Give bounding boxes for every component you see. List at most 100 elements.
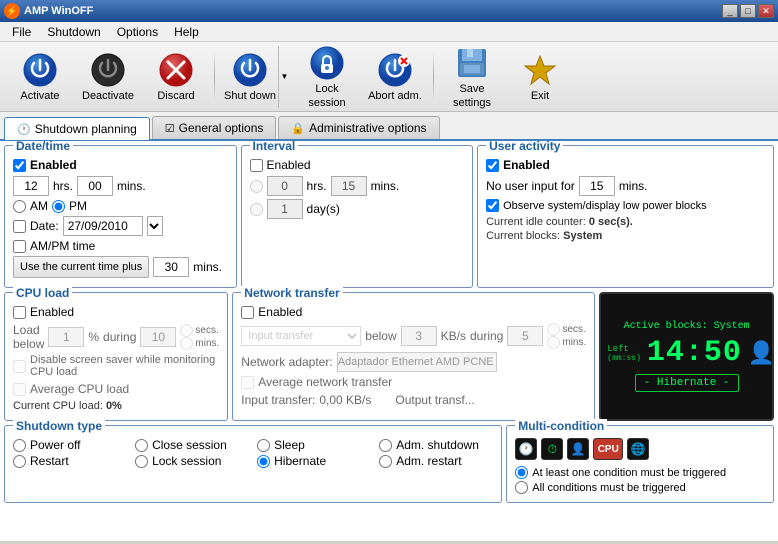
- discard-label: Discard: [157, 90, 194, 103]
- deactivate-icon: [90, 52, 126, 88]
- network-below-input[interactable]: [401, 326, 437, 346]
- power-off-option[interactable]: Power off: [13, 438, 127, 452]
- power-off-radio[interactable]: [13, 439, 26, 452]
- interval-mins-input[interactable]: [331, 176, 367, 196]
- date-enabled-checkbox[interactable]: [13, 220, 26, 233]
- adm-restart-option[interactable]: Adm. restart: [379, 454, 493, 468]
- multi-icon-cpu: CPU: [593, 438, 623, 460]
- close-button[interactable]: ✕: [758, 4, 774, 18]
- at-least-one-row: At least one condition must be triggered: [515, 466, 765, 479]
- use-current-time-button[interactable]: Use the current time plus: [13, 256, 149, 278]
- tab-shutdown-planning[interactable]: 🕐 Shutdown planning: [4, 117, 150, 140]
- cpu-load-below-row: Load below % during secs. mins.: [13, 323, 219, 351]
- shutdown-button-group[interactable]: Shut down ▼: [221, 45, 291, 109]
- lock-session-type-label: Lock session: [152, 454, 221, 468]
- sleep-radio[interactable]: [257, 439, 270, 452]
- transfer-type-select[interactable]: Input transfer: [241, 326, 361, 346]
- datetime-enabled-checkbox[interactable]: [13, 159, 26, 172]
- shutdown-button[interactable]: Shut down: [222, 46, 278, 108]
- lock-session-type-option[interactable]: Lock session: [135, 454, 249, 468]
- disable-screensaver-checkbox[interactable]: [13, 360, 26, 373]
- datetime-enabled-label: Enabled: [30, 158, 77, 172]
- minimize-button[interactable]: _: [722, 4, 738, 18]
- interval-hrs-radio[interactable]: [250, 180, 263, 193]
- ampm-time-checkbox[interactable]: [13, 240, 26, 253]
- interval-days-row: day(s): [250, 199, 465, 219]
- tab-administrative-options[interactable]: 🔒 Administrative options: [278, 116, 439, 139]
- hibernate-radio[interactable]: [257, 455, 270, 468]
- restart-radio[interactable]: [13, 455, 26, 468]
- average-cpu-checkbox[interactable]: [13, 383, 26, 396]
- pm-radio[interactable]: [52, 200, 65, 213]
- date-input[interactable]: [63, 216, 143, 236]
- sleep-label: Sleep: [274, 438, 305, 452]
- lock-session-type-radio[interactable]: [135, 455, 148, 468]
- hibernate-option[interactable]: Hibernate: [257, 454, 371, 468]
- lock-session-label: Lock session: [298, 83, 356, 109]
- save-settings-button[interactable]: Save settings: [440, 46, 504, 108]
- tab-general-options[interactable]: ☑ General options: [152, 116, 277, 139]
- menu-help[interactable]: Help: [166, 23, 207, 41]
- cpu-enabled-checkbox[interactable]: [13, 306, 26, 319]
- deactivate-button[interactable]: Deactivate: [76, 46, 140, 108]
- close-session-option[interactable]: Close session: [135, 438, 249, 452]
- menu-options[interactable]: Options: [109, 23, 166, 41]
- window-controls[interactable]: _ □ ✕: [722, 4, 774, 18]
- adapter-row: Network adapter:: [241, 352, 586, 372]
- activate-button[interactable]: Activate: [8, 46, 72, 108]
- no-input-value[interactable]: [579, 176, 615, 196]
- datetime-panel: Date/time Enabled hrs. mins. AM PM Date:: [4, 145, 237, 288]
- lock-session-button[interactable]: Lock session: [295, 46, 359, 108]
- datetime-enabled-row: Enabled: [13, 158, 228, 172]
- tab-shutdown-planning-label: Shutdown planning: [35, 122, 137, 136]
- interval-panel: Interval Enabled hrs. mins. day(s): [241, 145, 474, 288]
- title-bar: ⚡ AMP WinOFF _ □ ✕: [0, 0, 778, 22]
- abort-button[interactable]: Abort adm.: [363, 46, 427, 108]
- load-below-input[interactable]: [48, 327, 84, 347]
- user-activity-enabled-checkbox[interactable]: [486, 159, 499, 172]
- shutdown-dropdown-arrow[interactable]: ▼: [278, 46, 290, 108]
- hibernate-label: - Hibernate -: [635, 374, 739, 392]
- cpu-load-panel: CPU load Enabled Load below % during sec…: [4, 292, 228, 421]
- average-network-checkbox[interactable]: [241, 376, 254, 389]
- hours-input[interactable]: [13, 176, 49, 196]
- interval-enabled-checkbox[interactable]: [250, 159, 263, 172]
- network-enabled-checkbox[interactable]: [241, 306, 254, 319]
- ampm-time-label: AM/PM time: [30, 239, 95, 253]
- exit-button[interactable]: Exit: [508, 46, 572, 108]
- blocks-value: System: [563, 230, 602, 242]
- adm-restart-radio[interactable]: [379, 455, 392, 468]
- cpu-during-input[interactable]: [140, 327, 176, 347]
- restart-option[interactable]: Restart: [13, 454, 127, 468]
- interval-hrs-row: hrs. mins.: [250, 176, 465, 196]
- exit-label: Exit: [531, 90, 549, 103]
- active-blocks-label: Active blocks: System: [624, 321, 750, 332]
- observe-system-checkbox[interactable]: [486, 199, 499, 212]
- plus-minutes-input[interactable]: [153, 257, 189, 277]
- sleep-option[interactable]: Sleep: [257, 438, 371, 452]
- current-cpu-row: Current CPU load: 0%: [13, 400, 219, 412]
- adm-shutdown-radio[interactable]: [379, 439, 392, 452]
- minutes-input[interactable]: [77, 176, 113, 196]
- discard-button[interactable]: Discard: [144, 46, 208, 108]
- adm-shutdown-option[interactable]: Adm. shutdown: [379, 438, 493, 452]
- maximize-button[interactable]: □: [740, 4, 756, 18]
- adapter-input[interactable]: [337, 352, 497, 372]
- interval-days-radio[interactable]: [250, 203, 263, 216]
- all-conditions-radio[interactable]: [515, 481, 528, 494]
- average-network-label: Average network transfer: [258, 375, 392, 389]
- ampm-time-row: AM/PM time: [13, 239, 228, 253]
- date-row: Date: ▼: [13, 216, 228, 236]
- interval-hrs-input[interactable]: [267, 176, 303, 196]
- interval-days-input[interactable]: [267, 199, 303, 219]
- date-dropdown[interactable]: ▼: [147, 216, 163, 236]
- all-conditions-row: All conditions must be triggered: [515, 481, 765, 494]
- network-during-input[interactable]: [507, 326, 543, 346]
- am-radio[interactable]: [13, 200, 26, 213]
- abort-label: Abort adm.: [368, 90, 422, 103]
- menu-file[interactable]: File: [4, 23, 39, 41]
- menu-shutdown[interactable]: Shutdown: [39, 23, 108, 41]
- close-session-radio[interactable]: [135, 439, 148, 452]
- at-least-one-radio[interactable]: [515, 466, 528, 479]
- network-enabled-row: Enabled: [241, 305, 586, 319]
